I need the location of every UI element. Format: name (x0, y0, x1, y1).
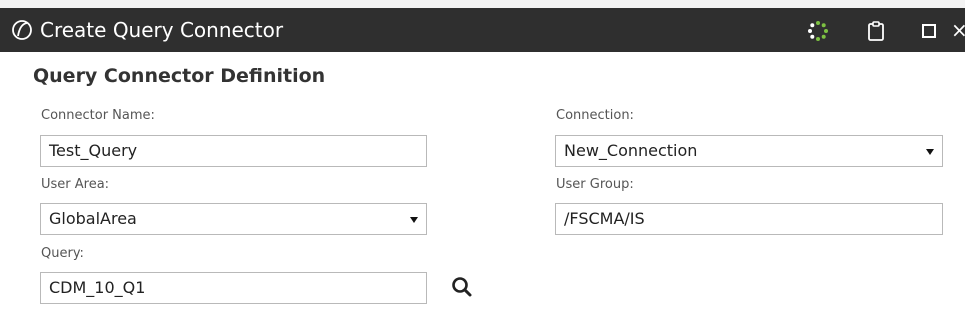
busy-spinner-icon (808, 21, 828, 41)
user-area-label: User Area: (41, 177, 110, 192)
maximize-icon[interactable] (920, 22, 938, 40)
user-group-value: /FSCMA/IS (564, 209, 645, 228)
connection-label: Connection: (556, 108, 634, 123)
user-group-label: User Group: (556, 177, 634, 192)
search-icon[interactable] (450, 275, 474, 299)
connector-name-label: Connector Name: (41, 108, 155, 123)
section-title: Query Connector Definition (33, 65, 326, 87)
user-group-field[interactable]: /FSCMA/IS (555, 203, 943, 235)
app-logo-icon (12, 20, 32, 40)
window-title: Create Query Connector (40, 18, 284, 42)
dropdown-arrow-icon (410, 217, 418, 223)
dropdown-arrow-icon (926, 149, 934, 155)
connector-name-field[interactable]: Test_Query (40, 135, 427, 167)
clipboard-icon[interactable] (865, 20, 887, 42)
connection-select[interactable]: New_Connection (555, 135, 943, 167)
query-field[interactable]: CDM_10_Q1 (40, 272, 427, 304)
background-strip (0, 0, 965, 8)
window-titlebar: Create Query Connector × (0, 8, 965, 52)
close-icon[interactable]: × (951, 18, 965, 42)
query-value: CDM_10_Q1 (49, 278, 146, 297)
connector-name-value: Test_Query (49, 141, 138, 160)
user-area-select[interactable]: GlobalArea (40, 203, 427, 235)
user-area-value: GlobalArea (49, 209, 137, 228)
connection-value: New_Connection (564, 141, 698, 160)
query-label: Query: (41, 246, 84, 261)
